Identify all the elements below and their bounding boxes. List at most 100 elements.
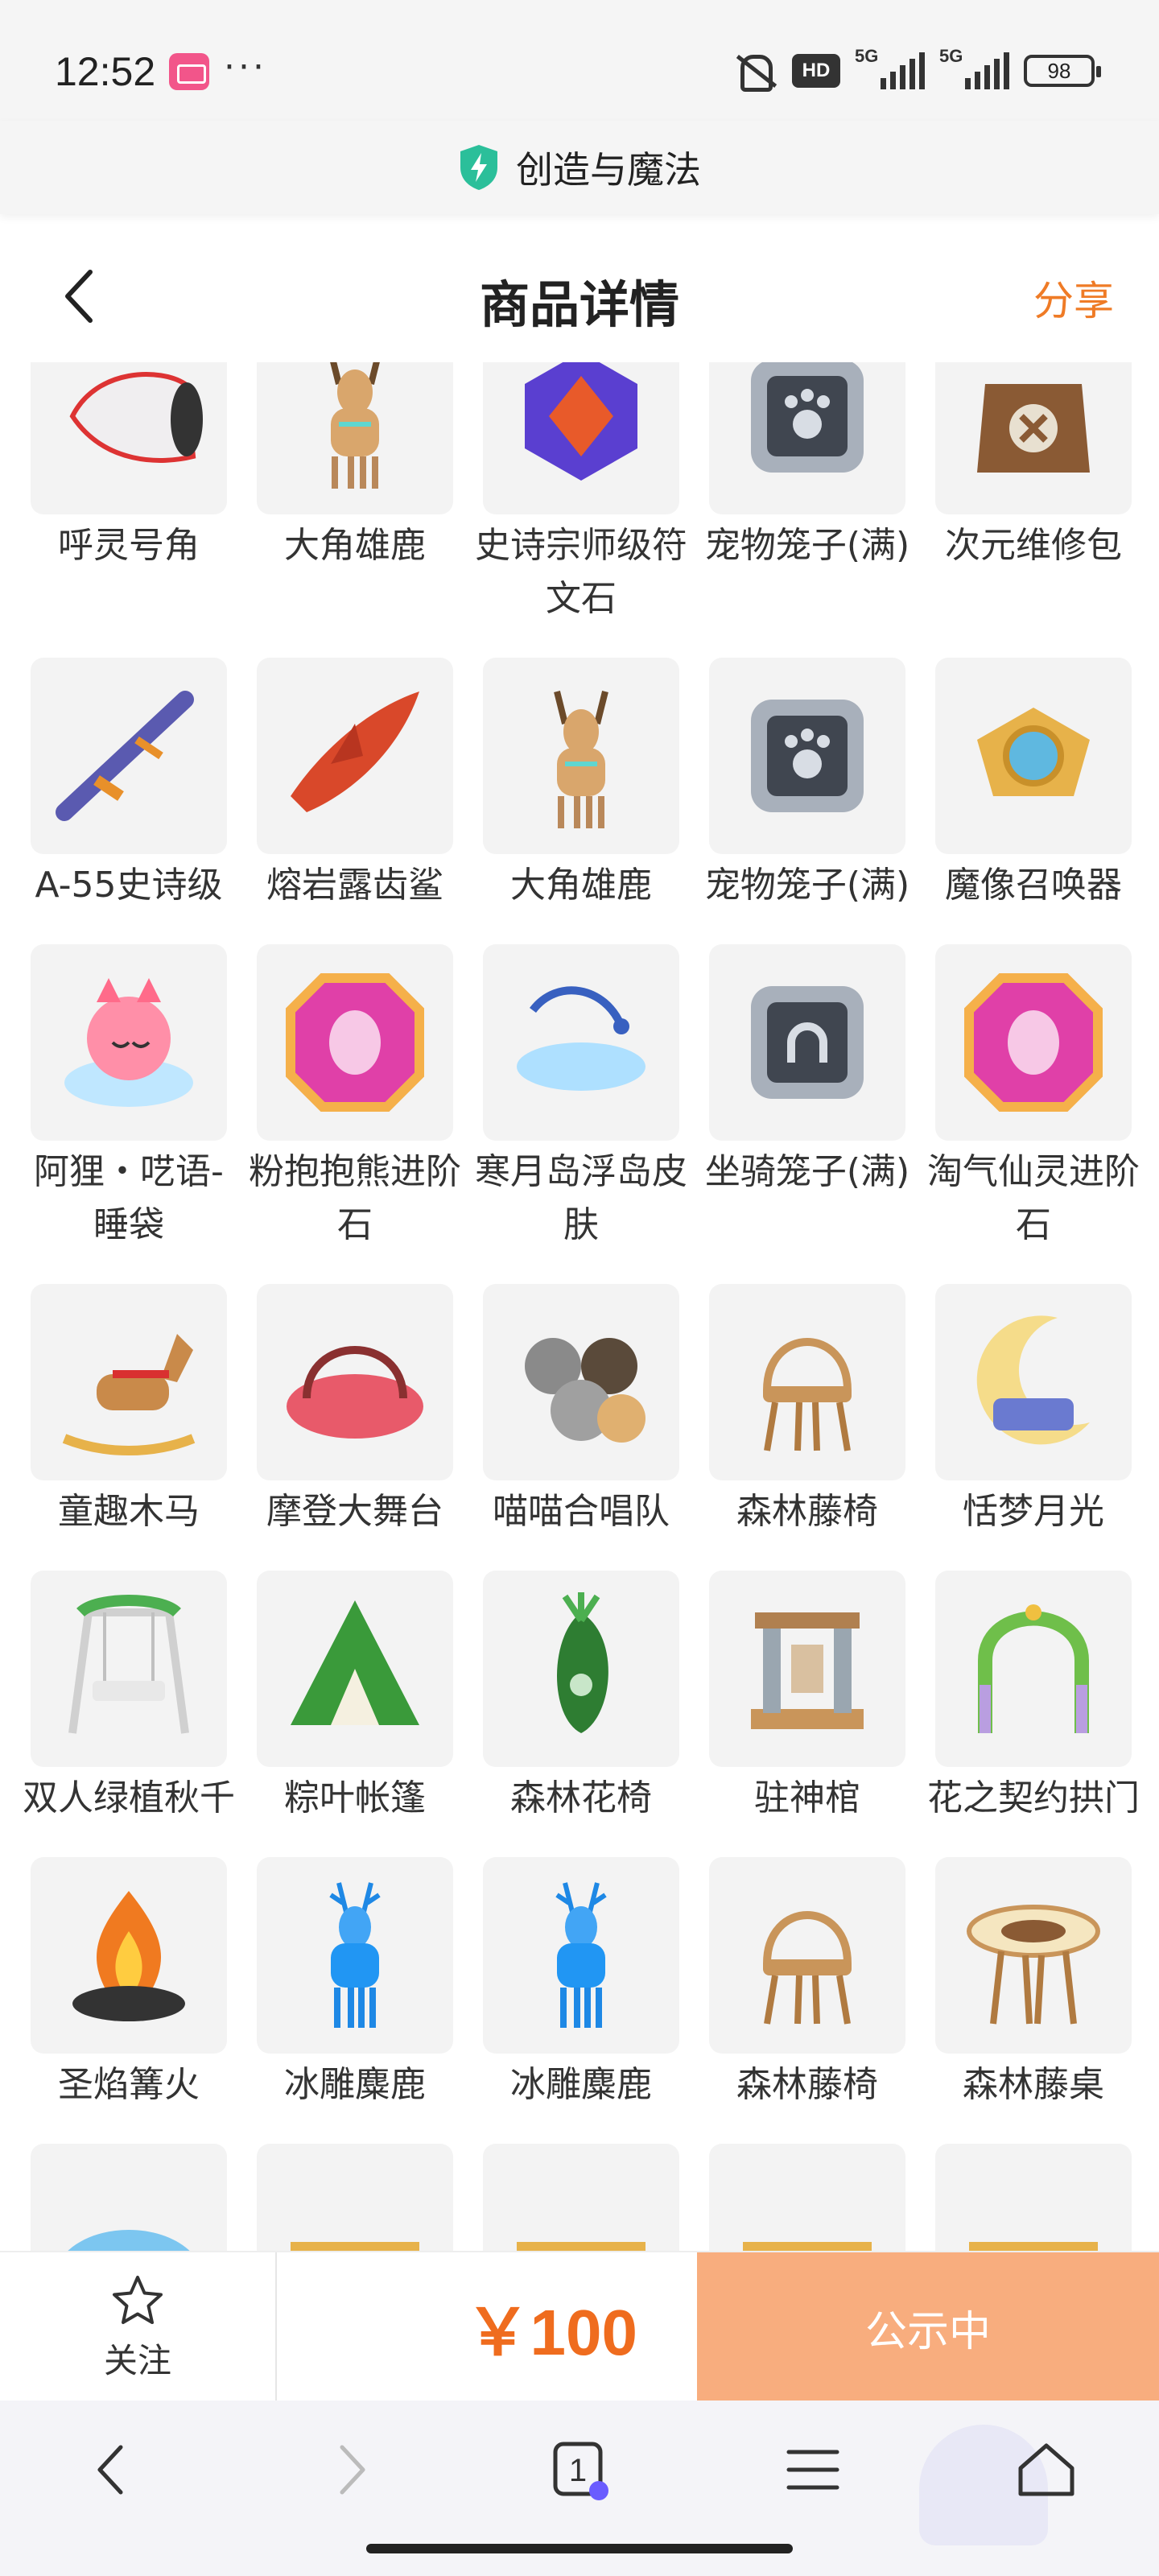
status-time: 12:52 bbox=[55, 49, 156, 94]
item-name: 童趣木马 bbox=[58, 1491, 200, 1532]
item-thumbnail bbox=[709, 362, 905, 514]
mount-cage-icon bbox=[751, 986, 864, 1099]
browser-forward-button[interactable] bbox=[310, 2429, 390, 2510]
item-name: 魔像召唤器 bbox=[945, 865, 1122, 906]
item-card[interactable]: 森林藤桌 bbox=[935, 1857, 1132, 2112]
item-card[interactable] bbox=[709, 2144, 905, 2251]
stage-icon bbox=[287, 1346, 423, 1439]
moon-icon bbox=[976, 1315, 1090, 1445]
item-card[interactable]: 次元维修包 bbox=[935, 362, 1132, 625]
item-card[interactable]: 森林藤椅 bbox=[709, 1284, 905, 1538]
item-card[interactable]: 坐骑笼子(满) bbox=[705, 944, 909, 1252]
item-card[interactable]: 宠物笼子(满) bbox=[705, 362, 909, 625]
item-thumbnail bbox=[483, 1284, 679, 1480]
item-name: 呼灵号角 bbox=[58, 525, 200, 566]
item-card[interactable]: 淘气仙灵进阶石 bbox=[927, 944, 1140, 1252]
menu-button[interactable] bbox=[773, 2429, 853, 2510]
summoner-icon bbox=[977, 708, 1090, 796]
item-card[interactable]: 粽叶帐篷 bbox=[257, 1571, 453, 1825]
item-card[interactable] bbox=[935, 2144, 1132, 2251]
share-button[interactable]: 分享 bbox=[1033, 269, 1114, 327]
item-name: 大角雄鹿 bbox=[510, 865, 652, 906]
item-name: 史诗宗师级符文石 bbox=[475, 525, 687, 619]
item-name: 宠物笼子(满) bbox=[704, 525, 910, 566]
item-card[interactable]: 魔像召唤器 bbox=[935, 658, 1132, 912]
item-thumbnail bbox=[31, 658, 227, 854]
mute-icon bbox=[732, 52, 777, 92]
signal-icon: 5G bbox=[939, 46, 1009, 89]
item-card[interactable] bbox=[257, 2144, 453, 2251]
item-name: 冰雕麋鹿 bbox=[510, 2064, 652, 2105]
item-card[interactable] bbox=[31, 2144, 227, 2251]
item-name: 喵喵合唱队 bbox=[493, 1491, 670, 1532]
item-thumbnail bbox=[935, 362, 1132, 514]
app-icon bbox=[169, 53, 209, 90]
item-thumbnail bbox=[483, 1571, 679, 1767]
item-name: 双人绿植秋千 bbox=[23, 1777, 235, 1818]
item-card[interactable]: A-55史诗级 bbox=[31, 658, 227, 912]
follow-button[interactable]: 关注 bbox=[0, 2252, 277, 2402]
item-grid-viewport[interactable]: 呼灵号角 大角雄鹿 史诗宗师级符文石 宠物笼子(满) 次元维修包 A-55史诗级 熔岩露齿鲨… bbox=[0, 362, 1159, 2251]
page-title: 商品详情 bbox=[479, 275, 679, 334]
item-thumbnail bbox=[935, 1857, 1132, 2054]
item-name: 阿狸・呓语-睡袋 bbox=[34, 1151, 224, 1245]
browser-nav-bar: 1 bbox=[0, 2401, 1159, 2576]
item-card[interactable]: 驻神棺 bbox=[709, 1571, 905, 1825]
browser-back-button[interactable] bbox=[72, 2429, 153, 2510]
shark-icon bbox=[291, 691, 419, 812]
item-card[interactable]: 阿狸・呓语-睡袋 bbox=[31, 944, 227, 1252]
rune-stone-icon bbox=[525, 362, 637, 481]
item-thumbnail bbox=[257, 1284, 453, 1480]
publicity-status-button[interactable]: 公示中 bbox=[697, 2252, 1159, 2402]
item-card[interactable]: 熔岩露齿鲨 bbox=[257, 658, 453, 912]
item-name: 大角雄鹿 bbox=[284, 525, 426, 566]
item-card[interactable]: 大角雄鹿 bbox=[257, 362, 453, 625]
item-thumbnail bbox=[935, 1571, 1132, 1767]
item-card[interactable] bbox=[483, 2144, 679, 2251]
item-name: 寒月岛浮岛皮肤 bbox=[475, 1151, 687, 1245]
item-name: 森林藤桌 bbox=[963, 2064, 1104, 2105]
deer-icon bbox=[330, 362, 380, 489]
gem-icon bbox=[286, 973, 424, 1112]
item-card[interactable]: 森林藤椅 bbox=[709, 1857, 905, 2112]
status-icons: HD 5G 5G 98 bbox=[732, 46, 1101, 92]
item-card[interactable]: 恬梦月光 bbox=[935, 1284, 1132, 1538]
item-card[interactable]: 史诗宗师级符文石 bbox=[475, 362, 687, 625]
home-button[interactable] bbox=[1006, 2429, 1087, 2510]
item-thumbnail bbox=[483, 2144, 679, 2251]
item-card[interactable]: 宠物笼子(满) bbox=[705, 658, 909, 912]
flower-chair-icon bbox=[557, 1592, 608, 1733]
tent-icon bbox=[291, 1600, 419, 1725]
item-thumbnail bbox=[31, 1284, 227, 1480]
item-card[interactable]: 冰雕麋鹿 bbox=[483, 1857, 679, 2112]
item-card[interactable]: 呼灵号角 bbox=[31, 362, 227, 625]
item-thumbnail bbox=[483, 658, 679, 854]
item-card[interactable]: 森林花椅 bbox=[483, 1571, 679, 1825]
item-card[interactable]: 花之契约拱门 bbox=[927, 1571, 1140, 1825]
item-thumbnail bbox=[483, 944, 679, 1141]
rattan-chair-icon bbox=[762, 1338, 852, 1451]
sleeping-bag-icon bbox=[64, 978, 193, 1107]
tabs-button[interactable]: 1 bbox=[539, 2429, 620, 2510]
item-card[interactable]: 圣焰篝火 bbox=[31, 1857, 227, 2112]
item-card[interactable]: 喵喵合唱队 bbox=[483, 1284, 679, 1538]
item-card[interactable]: 童趣木马 bbox=[31, 1284, 227, 1538]
item-card[interactable]: 大角雄鹿 bbox=[483, 658, 679, 912]
item-thumbnail bbox=[257, 658, 453, 854]
item-card[interactable]: 寒月岛浮岛皮肤 bbox=[475, 944, 687, 1252]
item-card[interactable]: 双人绿植秋千 bbox=[23, 1571, 235, 1825]
chevron-left-icon bbox=[97, 2445, 123, 2495]
item-card[interactable]: 冰雕麋鹿 bbox=[257, 1857, 453, 2112]
item-thumbnail bbox=[257, 2144, 453, 2251]
item-thumbnail bbox=[709, 1284, 905, 1480]
item-thumbnail bbox=[935, 944, 1132, 1141]
item-card[interactable]: 摩登大舞台 bbox=[257, 1284, 453, 1538]
item-name: 粉抱抱熊进阶石 bbox=[249, 1151, 461, 1245]
swing-icon bbox=[68, 1595, 189, 1734]
cats-icon bbox=[525, 1338, 645, 1443]
more-dots-icon: ··· bbox=[224, 47, 267, 88]
curtain-stage-icon bbox=[291, 2242, 419, 2251]
item-name: 淘气仙灵进阶石 bbox=[927, 1151, 1140, 1245]
item-card[interactable]: 粉抱抱熊进阶石 bbox=[249, 944, 461, 1252]
curtain-stage-icon bbox=[969, 2242, 1098, 2251]
